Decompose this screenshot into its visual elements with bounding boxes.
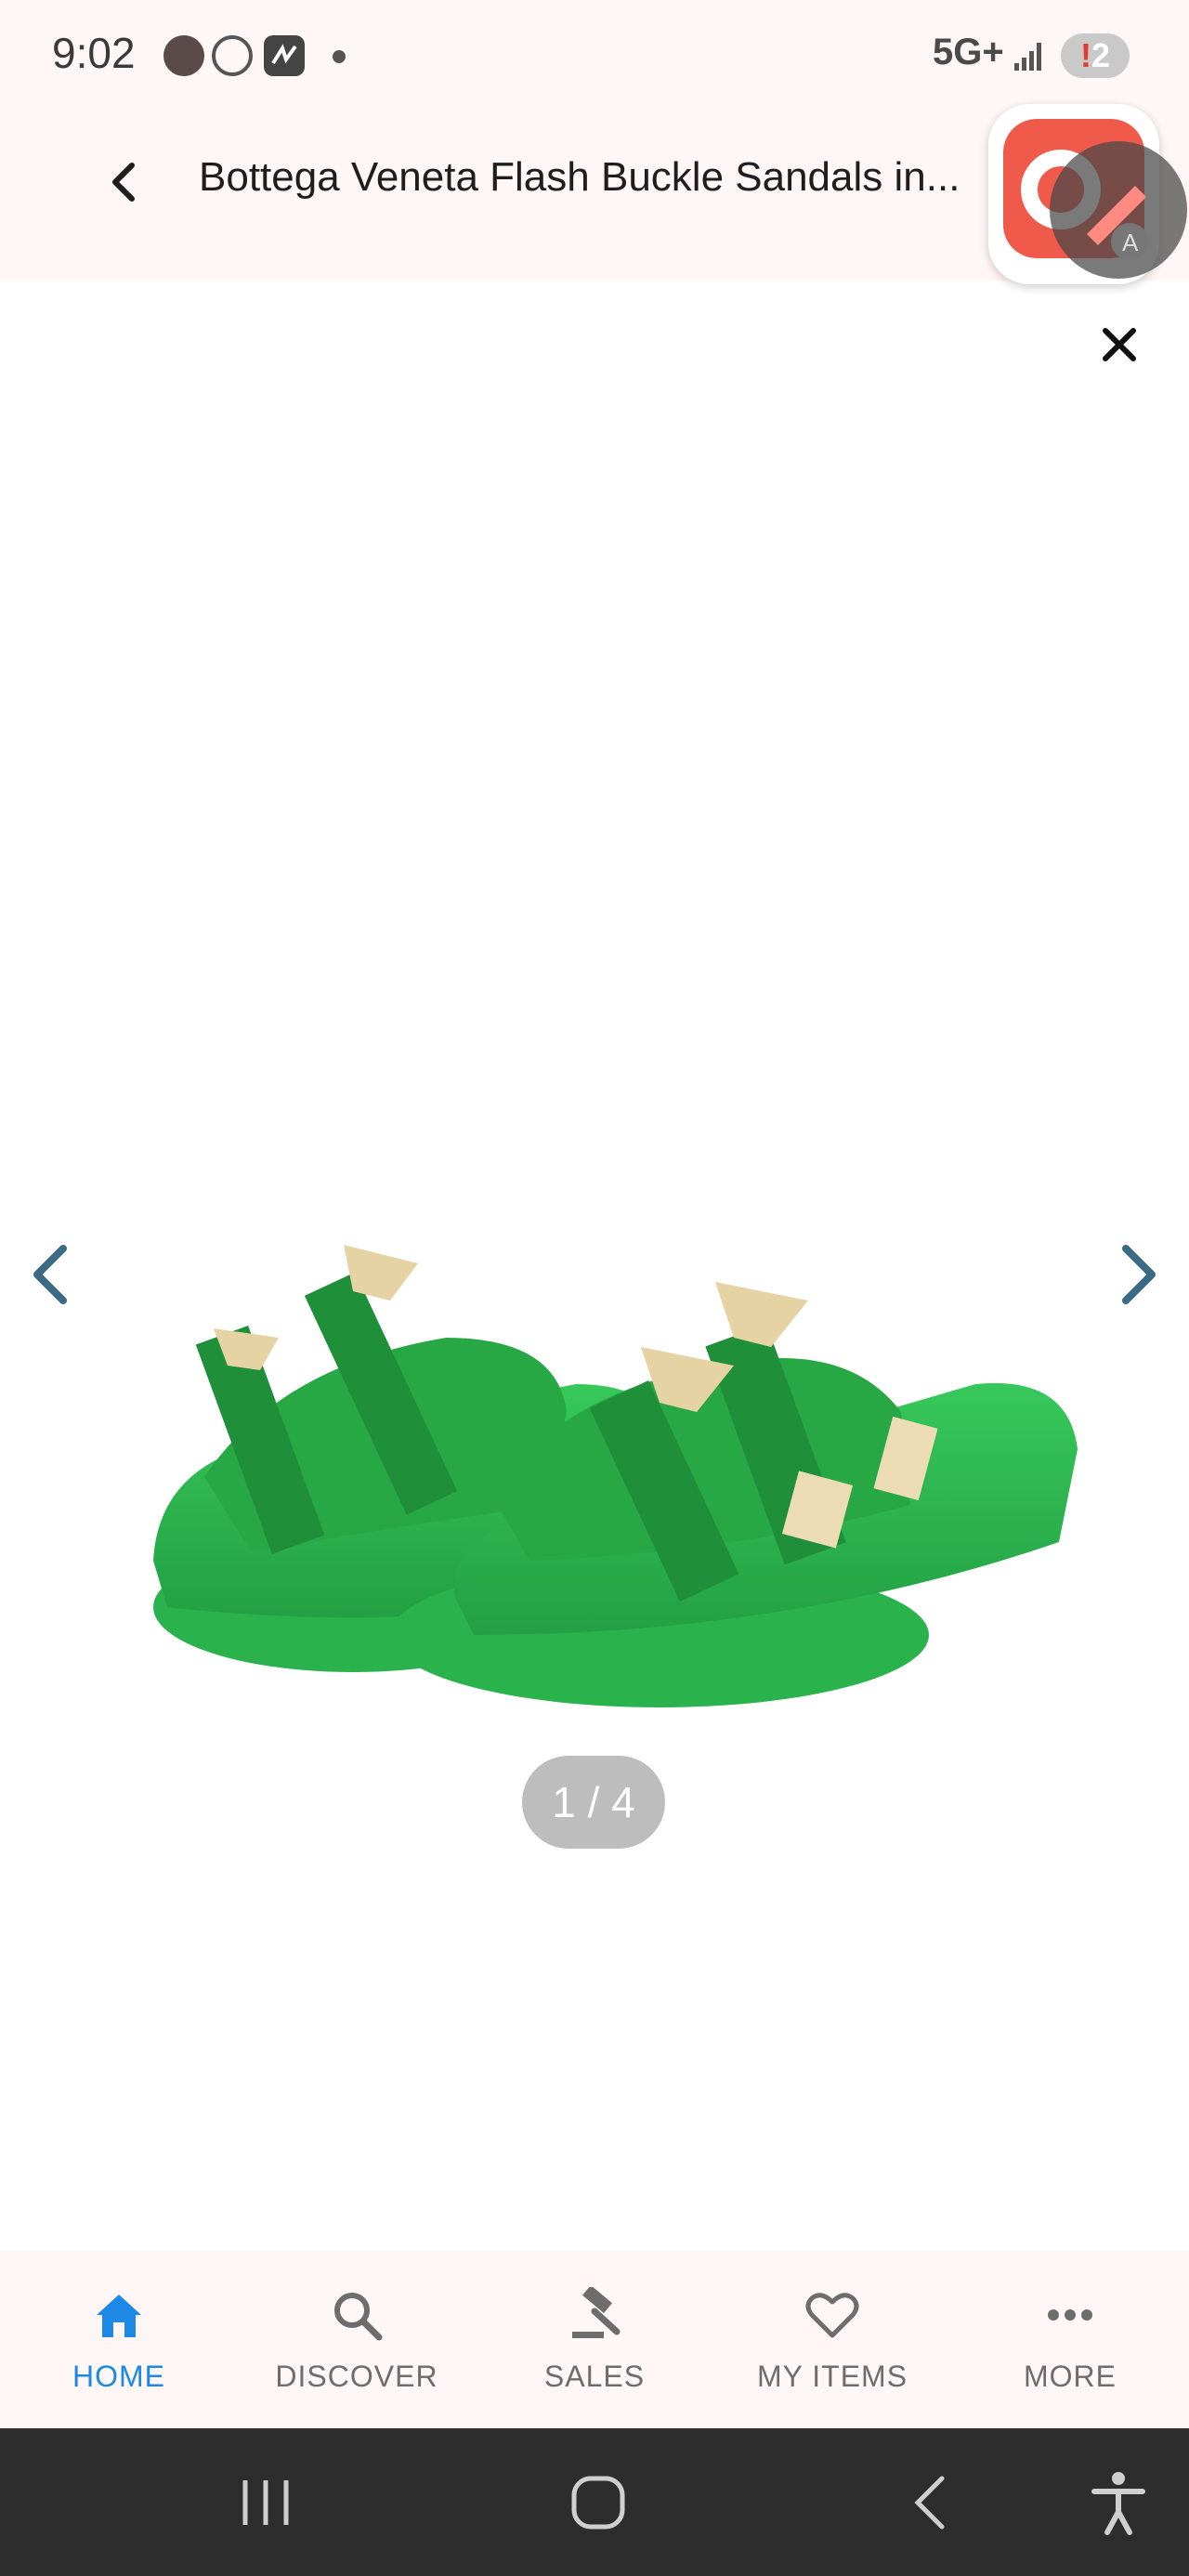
notification-alert-mark: !: [1079, 36, 1091, 74]
gavel-icon: [572, 2287, 621, 2338]
nav-home-label: HOME: [72, 2360, 165, 2393]
network-indicator: 5G+: [933, 32, 1004, 72]
app-notification-icon: [264, 35, 305, 76]
nav-my-items[interactable]: MY ITEMS: [713, 2250, 951, 2428]
threads-icon: [212, 35, 253, 76]
notification-count-badge: !2: [1061, 33, 1130, 78]
nav-sales[interactable]: SALES: [476, 2250, 713, 2428]
home-icon: [97, 2295, 141, 2337]
system-navigation-bar: [0, 2428, 1189, 2576]
accessibility-icon: [1091, 2472, 1145, 2535]
nav-sales-label: SALES: [543, 2360, 646, 2393]
heart-icon: [805, 2293, 859, 2338]
image-page-counter: 1 / 4: [522, 1756, 665, 1849]
close-button[interactable]: [1096, 321, 1143, 368]
more-notifications-dot: [333, 50, 346, 63]
edit-pen-icon[interactable]: A: [1050, 141, 1187, 279]
svg-text:A: A: [1122, 229, 1139, 256]
bottom-navigation: HOME DISCOVER SALES MY ITEMS MORE: [0, 2250, 1189, 2428]
notification-count: 2: [1091, 36, 1111, 74]
chevron-left-icon: [112, 163, 135, 202]
home-square-icon: [571, 2476, 625, 2530]
system-back-button[interactable]: [895, 2465, 970, 2540]
back-button[interactable]: [97, 149, 152, 214]
status-time: 9:02: [52, 29, 136, 77]
recent-apps-button[interactable]: [229, 2465, 303, 2540]
chevron-left-icon: [33, 1245, 67, 1304]
nav-home[interactable]: HOME: [0, 2250, 238, 2428]
floating-app-bubble[interactable]: A: [988, 104, 1187, 284]
nav-discover[interactable]: DISCOVER: [238, 2250, 476, 2428]
accessibility-button[interactable]: [1081, 2465, 1156, 2540]
nav-my-items-label: MY ITEMS: [756, 2360, 908, 2393]
product-image[interactable]: [139, 1198, 1096, 1719]
previous-image-button[interactable]: [26, 1241, 74, 1308]
avatar-notification-icon: [163, 35, 204, 76]
nav-more[interactable]: MORE: [951, 2250, 1189, 2428]
next-image-button[interactable]: [1115, 1241, 1163, 1308]
search-icon: [334, 2293, 383, 2341]
close-icon: [1103, 328, 1136, 361]
home-system-button[interactable]: [561, 2465, 635, 2540]
back-arrow-icon: [914, 2476, 945, 2530]
signal-icon: [1013, 39, 1046, 72]
chevron-right-icon: [1122, 1245, 1156, 1304]
nav-discover-label: DISCOVER: [275, 2360, 438, 2393]
nav-more-label: MORE: [1024, 2360, 1117, 2393]
more-horizontal-icon: [1048, 2309, 1092, 2321]
recent-apps-icon: [242, 2480, 289, 2525]
page-title: Bottega Veneta Flash Buckle Sandals in..…: [199, 154, 960, 200]
